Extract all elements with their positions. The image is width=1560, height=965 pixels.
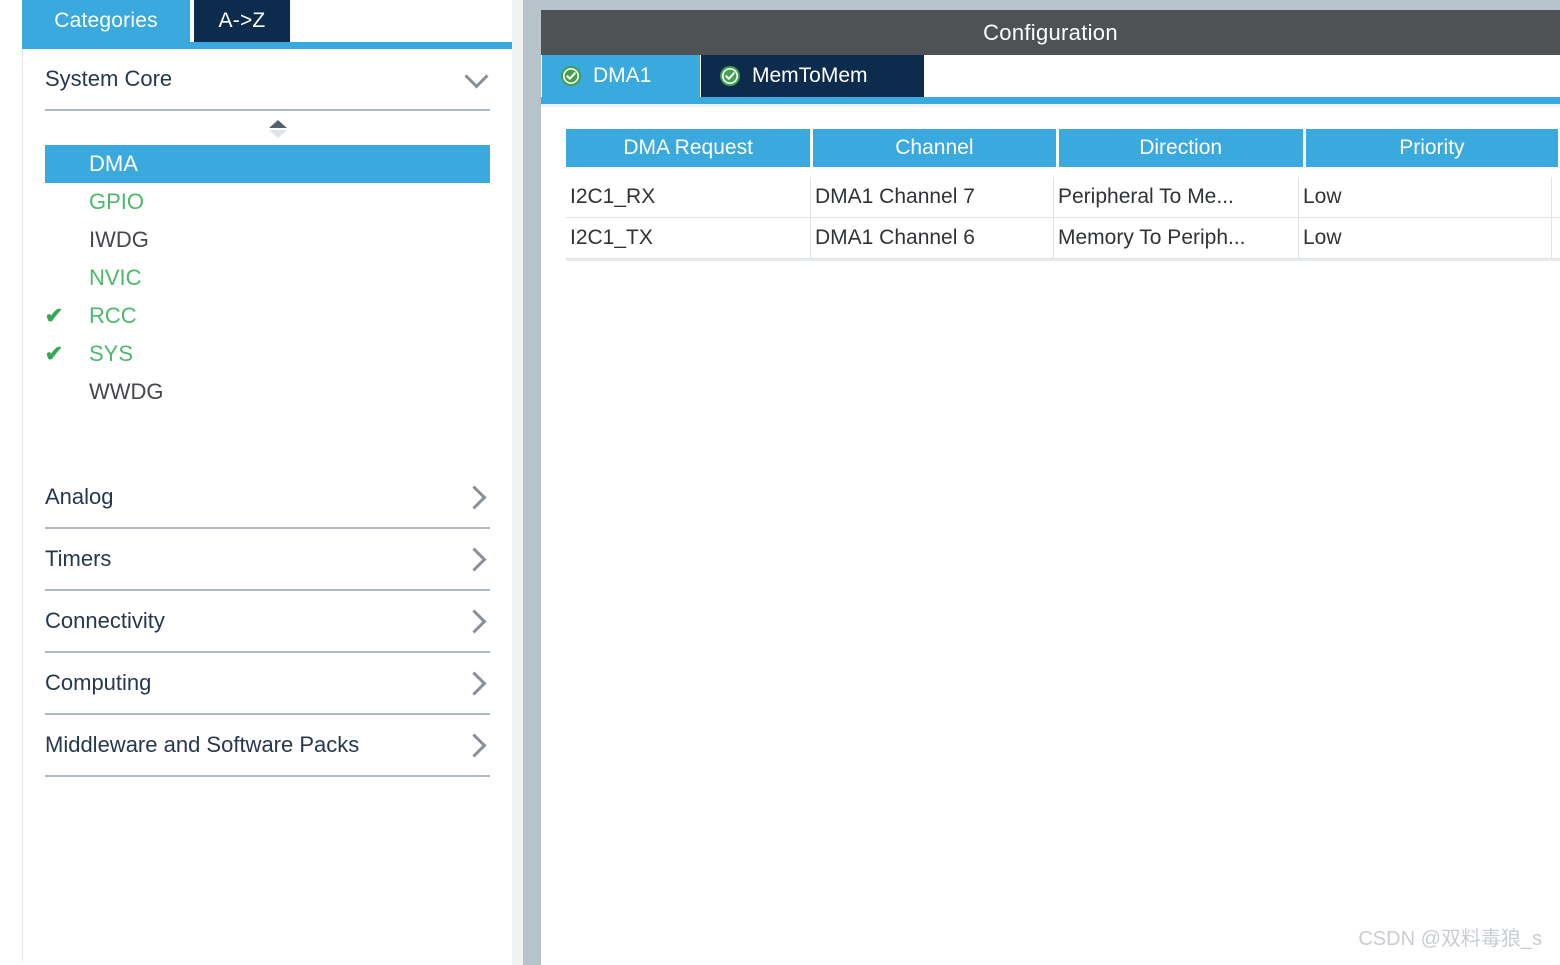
tab-categories[interactable]: Categories bbox=[22, 0, 190, 42]
chevron-down-icon bbox=[464, 64, 490, 92]
cell-channel: DMA1 Channel 6 bbox=[811, 218, 1054, 258]
tab-memtomem[interactable]: MemToMem bbox=[701, 55, 924, 97]
chevron-right-icon bbox=[462, 608, 490, 634]
group-header-computing[interactable]: Computing bbox=[45, 653, 490, 713]
tab-memtomem-label: MemToMem bbox=[752, 64, 868, 87]
group-header-timers[interactable]: Timers bbox=[45, 529, 490, 589]
peripheral-selection-panel: Categories A->Z System Core DMA GPIO IWD… bbox=[0, 0, 512, 965]
chevron-right-icon bbox=[462, 732, 490, 758]
tab-a-to-z-label: A->Z bbox=[218, 9, 266, 32]
peripheral-label-wwdg: WWDG bbox=[89, 379, 164, 404]
peripheral-label-iwdg: IWDG bbox=[89, 227, 149, 252]
peripheral-label-nvic: NVIC bbox=[89, 265, 142, 290]
peripheral-item-dma[interactable]: DMA bbox=[45, 145, 490, 183]
cell-dma-request: I2C1_TX bbox=[566, 218, 811, 258]
check-icon-sys: ✔ bbox=[44, 341, 64, 366]
cell-direction: Memory To Periph... bbox=[1054, 218, 1299, 258]
group-header-analog[interactable]: Analog bbox=[45, 467, 490, 527]
sort-ascending-arrow bbox=[269, 120, 287, 128]
group-header-middleware[interactable]: Middleware and Software Packs bbox=[45, 715, 490, 775]
table-row[interactable]: I2C1_TX DMA1 Channel 6 Memory To Periph.… bbox=[566, 218, 1560, 259]
tab-categories-label: Categories bbox=[54, 9, 158, 32]
dma-request-table: DMA Request Channel Direction Priority I… bbox=[566, 129, 1560, 261]
group-header-system-core[interactable]: System Core bbox=[45, 49, 490, 109]
cell-priority: Low bbox=[1299, 177, 1552, 217]
table-bottom-border bbox=[566, 259, 1560, 261]
left-panel-tab-bar: Categories A->Z bbox=[0, 0, 512, 42]
table-row[interactable]: I2C1_RX DMA1 Channel 7 Peripheral To Me.… bbox=[566, 177, 1560, 218]
configuration-panel: Configuration DMA1 MemToMem DMA Request … bbox=[541, 0, 1560, 965]
group-label-middleware: Middleware and Software Packs bbox=[45, 732, 360, 757]
configuration-content: DMA Request Channel Direction Priority I… bbox=[541, 104, 1560, 965]
column-header-channel[interactable]: Channel bbox=[813, 129, 1056, 167]
splitter-gutter bbox=[512, 0, 523, 965]
cell-direction: Peripheral To Me... bbox=[1054, 177, 1299, 217]
table-header-spacer bbox=[566, 167, 1560, 176]
system-core-peripheral-list: DMA GPIO IWDG NVIC ✔ RCC ✔ SYS WWDG bbox=[23, 111, 512, 467]
check-circle-icon bbox=[719, 65, 741, 87]
group-label-timers: Timers bbox=[45, 546, 112, 571]
left-tabs-underline bbox=[22, 42, 512, 49]
panel-top-strip bbox=[541, 0, 1560, 10]
column-header-dma-request[interactable]: DMA Request bbox=[566, 129, 811, 167]
cell-dma-request: I2C1_RX bbox=[566, 177, 811, 217]
peripheral-label-gpio: GPIO bbox=[89, 189, 145, 214]
peripheral-item-gpio[interactable]: GPIO bbox=[67, 183, 490, 221]
cell-channel: DMA1 Channel 7 bbox=[811, 177, 1054, 217]
group-label-computing: Computing bbox=[45, 670, 152, 695]
group-label-connectivity: Connectivity bbox=[45, 608, 165, 633]
cell-priority: Low bbox=[1299, 218, 1552, 258]
chevron-right-icon bbox=[462, 484, 490, 510]
configuration-tabs-underline bbox=[541, 97, 1560, 104]
page-title: Configuration bbox=[983, 19, 1118, 45]
table-body: I2C1_RX DMA1 Channel 7 Peripheral To Me.… bbox=[566, 176, 1560, 261]
peripheral-item-sys[interactable]: ✔ SYS bbox=[45, 335, 490, 373]
chevron-right-icon bbox=[462, 546, 490, 572]
group-label-system-core: System Core bbox=[45, 66, 173, 91]
check-icon-rcc: ✔ bbox=[44, 303, 64, 328]
tab-dma1[interactable]: DMA1 bbox=[542, 55, 700, 97]
panel-splitter-handle[interactable] bbox=[523, 0, 541, 965]
tab-a-to-z[interactable]: A->Z bbox=[194, 0, 290, 42]
category-list: System Core DMA GPIO IWDG NVIC ✔ RCC ✔ S… bbox=[22, 49, 512, 961]
peripheral-item-iwdg[interactable]: IWDG bbox=[67, 221, 490, 259]
divider-middleware bbox=[45, 775, 490, 777]
configuration-tab-bar: DMA1 MemToMem bbox=[541, 55, 1560, 97]
configuration-title-bar: Configuration bbox=[541, 10, 1560, 55]
peripheral-item-wwdg[interactable]: WWDG bbox=[67, 373, 490, 411]
peripheral-label-rcc: RCC bbox=[89, 303, 137, 328]
table-header-row: DMA Request Channel Direction Priority bbox=[566, 129, 1560, 167]
tab-dma1-label: DMA1 bbox=[593, 64, 652, 87]
column-header-priority[interactable]: Priority bbox=[1305, 129, 1558, 167]
peripheral-label-sys: SYS bbox=[89, 341, 134, 366]
sort-descending-arrow bbox=[269, 130, 287, 138]
group-label-analog: Analog bbox=[45, 484, 114, 509]
peripheral-item-rcc[interactable]: ✔ RCC bbox=[45, 297, 490, 335]
watermark-text: CSDN @双料毒狼_s bbox=[1358, 928, 1542, 950]
chevron-right-icon bbox=[462, 670, 490, 696]
application-window: Categories A->Z System Core DMA GPIO IWD… bbox=[0, 0, 1560, 965]
peripheral-label-dma: DMA bbox=[89, 151, 138, 176]
sort-toggle-icon[interactable] bbox=[23, 111, 512, 145]
column-header-direction[interactable]: Direction bbox=[1058, 129, 1303, 167]
check-circle-icon bbox=[560, 65, 582, 87]
peripheral-item-nvic[interactable]: NVIC bbox=[67, 259, 490, 297]
group-header-connectivity[interactable]: Connectivity bbox=[45, 591, 490, 651]
